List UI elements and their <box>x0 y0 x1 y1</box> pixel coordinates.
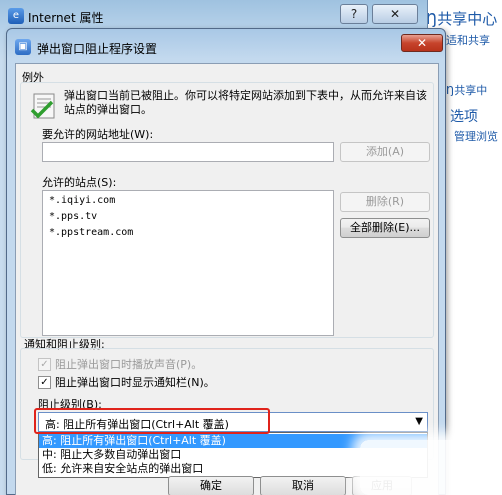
close-icon[interactable]: ✕ <box>401 34 443 52</box>
chevron-down-icon[interactable]: ▼ <box>415 416 423 427</box>
info-checkmark-icon <box>30 93 55 119</box>
show-bar-checkbox-row: ✓ 阻止弹出窗口时显示通知栏(N)。 <box>38 374 215 389</box>
show-bar-checkbox[interactable]: ✓ <box>38 375 51 389</box>
background-title: Ŋ共享中心 <box>426 10 498 28</box>
internet-properties-icon: e <box>8 8 24 24</box>
address-input[interactable] <box>42 142 334 162</box>
allowed-sites-list[interactable]: *.iqiyi.com *.pps.tv *.ppstream.com <box>42 190 334 336</box>
allowed-sites-label: 允许的站点(S): <box>42 176 117 189</box>
add-button[interactable]: 添加(A) <box>340 142 430 162</box>
dialog-title: 弹出窗口阻止程序设置 <box>37 42 158 56</box>
help-button[interactable]: ? <box>340 4 368 24</box>
background-link[interactable]: 适和共享 <box>446 32 490 48</box>
remove-all-button[interactable]: 全部删除(E)... <box>340 218 430 238</box>
cancel-button[interactable]: 取消 <box>260 476 346 495</box>
obscured-region <box>360 440 490 495</box>
close-icon[interactable]: ✕ <box>372 4 418 24</box>
list-item[interactable]: *.ppstream.com <box>49 227 133 238</box>
play-sound-checkbox[interactable]: ✓ <box>38 357 51 371</box>
ok-button[interactable]: 确定 <box>168 476 254 495</box>
background-link[interactable]: 管理浏览 <box>454 128 498 144</box>
internet-properties-title: Internet 属性 <box>28 11 104 25</box>
exceptions-description: 弹出窗口当前已被阻止。你可以将特定网站添加到下表中，从而允许来自该站点的弹出窗口… <box>64 89 427 116</box>
background-section-title: 选项 <box>450 109 478 125</box>
popup-blocker-icon: ▣ <box>15 39 31 55</box>
highlight-annotation-box <box>34 408 270 434</box>
list-item[interactable]: *.pps.tv <box>49 211 97 222</box>
address-label: 要允许的网站地址(W): <box>42 128 154 141</box>
remove-button[interactable]: 删除(R) <box>340 192 430 212</box>
play-sound-checkbox-row: ✓ 阻止弹出窗口时播放声音(P)。 <box>38 356 203 371</box>
list-item[interactable]: *.iqiyi.com <box>49 195 115 206</box>
play-sound-label: 阻止弹出窗口时播放声音(P)。 <box>55 358 203 371</box>
background-link[interactable]: Ŋ共享中 <box>446 82 487 98</box>
popup-blocker-dialog: ▣ 弹出窗口阻止程序设置 ✕ 例外 弹出窗口当前已被阻止。你可以将特定网站添加到… <box>6 28 446 495</box>
show-bar-label: 阻止弹出窗口时显示通知栏(N)。 <box>55 376 215 389</box>
dialog-body: 例外 弹出窗口当前已被阻止。你可以将特定网站添加到下表中，从而允许来自该站点的弹… <box>15 63 439 495</box>
